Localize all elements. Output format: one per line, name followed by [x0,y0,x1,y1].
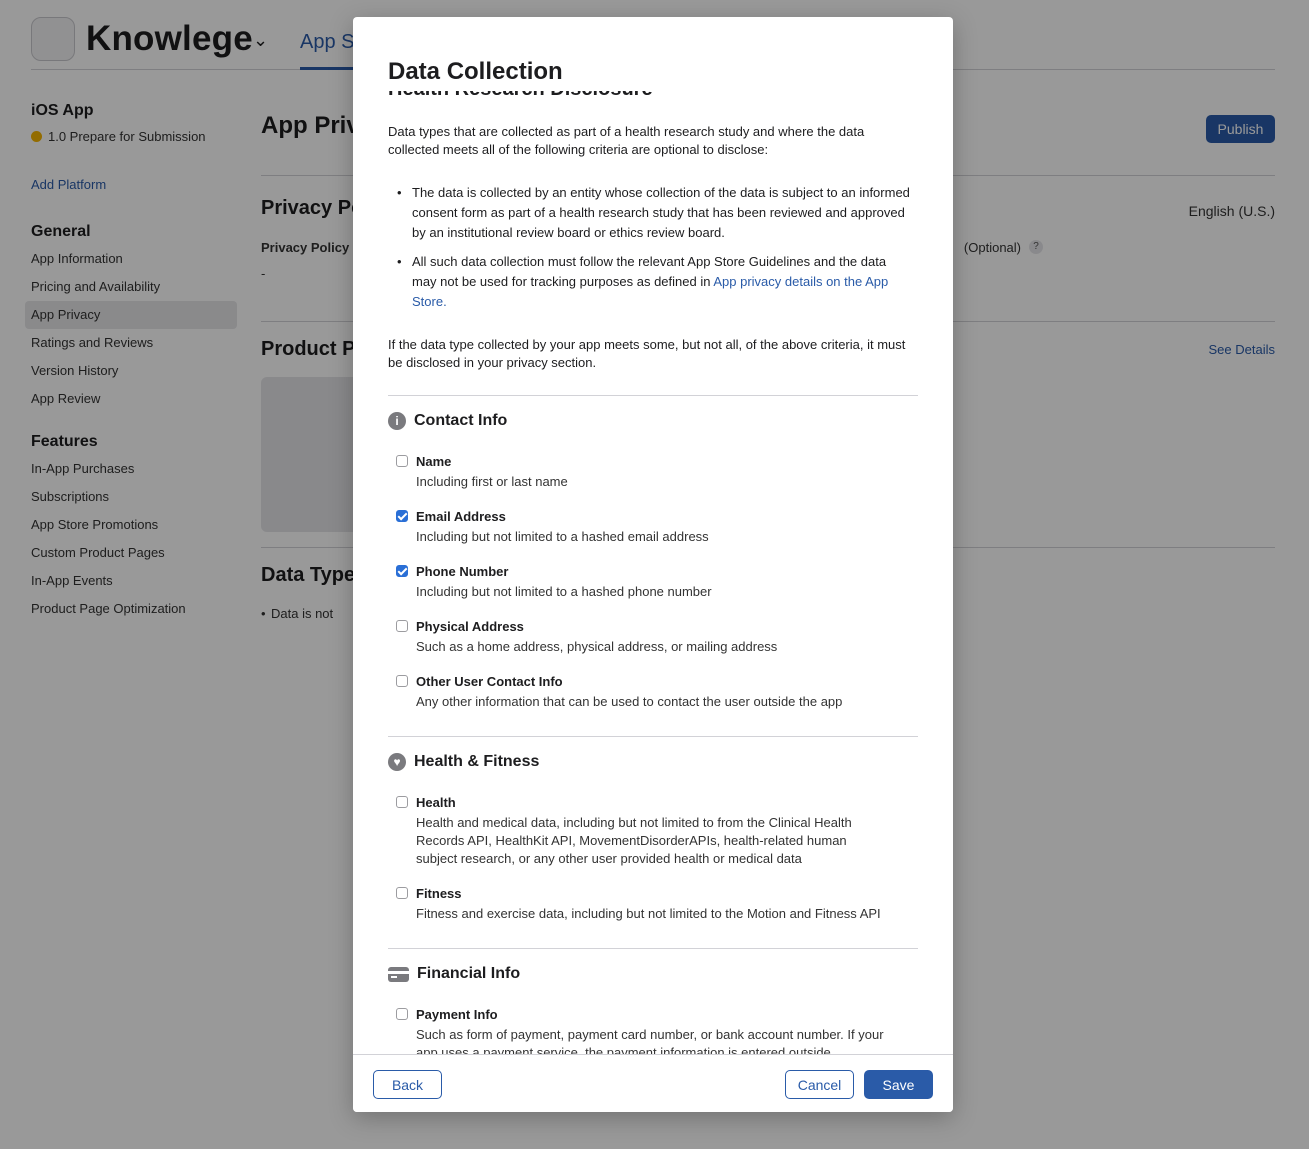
item-title: Name [416,454,452,469]
criteria-list: The data is collected by an entity whose… [388,183,913,321]
item-description: Fitness and exercise data, including but… [416,906,881,921]
phone-checkbox[interactable] [396,565,408,577]
item-description: Including but not limited to a hashed em… [416,529,709,544]
data-type-physical-address[interactable]: Physical Address Such as a home address,… [396,618,916,656]
data-type-health[interactable]: Health Health and medical data, includin… [396,794,916,868]
dialog-footer: Back Cancel Save [353,1054,953,1112]
divider [388,395,918,396]
criteria-item: The data is collected by an entity whose… [388,183,913,243]
item-description: Such as form of payment, payment card nu… [416,1027,884,1054]
item-title: Fitness [416,886,462,901]
data-type-payment-info[interactable]: Payment Info Such as form of payment, pa… [396,1006,916,1054]
heart-icon: ♥ [388,753,406,771]
back-button[interactable]: Back [373,1070,442,1099]
credit-card-icon [388,966,409,982]
intro-text: Data types that are collected as part of… [388,124,865,157]
contact-info-heading: i Contact Info [388,412,507,430]
divider [388,736,918,737]
data-type-phone[interactable]: Phone Number Including but not limited t… [396,563,916,601]
item-title: Other User Contact Info [416,674,563,689]
item-title: Email Address [416,509,506,524]
item-description: Including but not limited to a hashed ph… [416,584,712,599]
payment-info-checkbox[interactable] [396,1008,408,1020]
health-fitness-title: Health & Fitness [414,753,540,770]
dialog-title: Data Collection [388,58,928,86]
other-contact-checkbox[interactable] [396,675,408,687]
data-type-fitness[interactable]: Fitness Fitness and exercise data, inclu… [396,885,916,923]
data-type-name[interactable]: Name Including first or last name [396,453,916,491]
health-research-heading: Health Research Disclosure [388,91,653,101]
item-title: Phone Number [416,564,509,579]
fitness-checkbox[interactable] [396,887,408,899]
cancel-button[interactable]: Cancel [785,1070,854,1099]
physical-address-checkbox[interactable] [396,620,408,632]
partial-criteria-note: If the data type collected by your app m… [388,337,906,370]
financial-info-title: Financial Info [417,965,521,982]
health-checkbox[interactable] [396,796,408,808]
item-description: Such as a home address, physical address… [416,639,778,654]
item-description: Any other information that can be used t… [416,694,843,709]
data-type-other-contact[interactable]: Other User Contact Info Any other inform… [396,673,916,711]
item-description: Health and medical data, including but n… [416,815,852,866]
dialog-scroll-area[interactable]: Health Research Disclosure Data types th… [388,91,918,1054]
name-checkbox[interactable] [396,455,408,467]
item-title: Payment Info [416,1007,498,1022]
data-type-email[interactable]: Email Address Including but not limited … [396,508,916,546]
item-title: Physical Address [416,619,524,634]
financial-info-heading: Financial Info [388,965,520,983]
info-icon: i [388,412,406,430]
item-title: Health [416,795,456,810]
item-description: Including first or last name [416,474,568,489]
contact-info-title: Contact Info [414,412,508,429]
divider [388,948,918,949]
email-checkbox[interactable] [396,510,408,522]
save-button[interactable]: Save [864,1070,933,1099]
data-collection-dialog: Data Collection Health Research Disclosu… [353,17,953,1112]
health-fitness-heading: ♥ Health & Fitness [388,753,539,771]
criteria-item: All such data collection must follow the… [388,252,913,312]
